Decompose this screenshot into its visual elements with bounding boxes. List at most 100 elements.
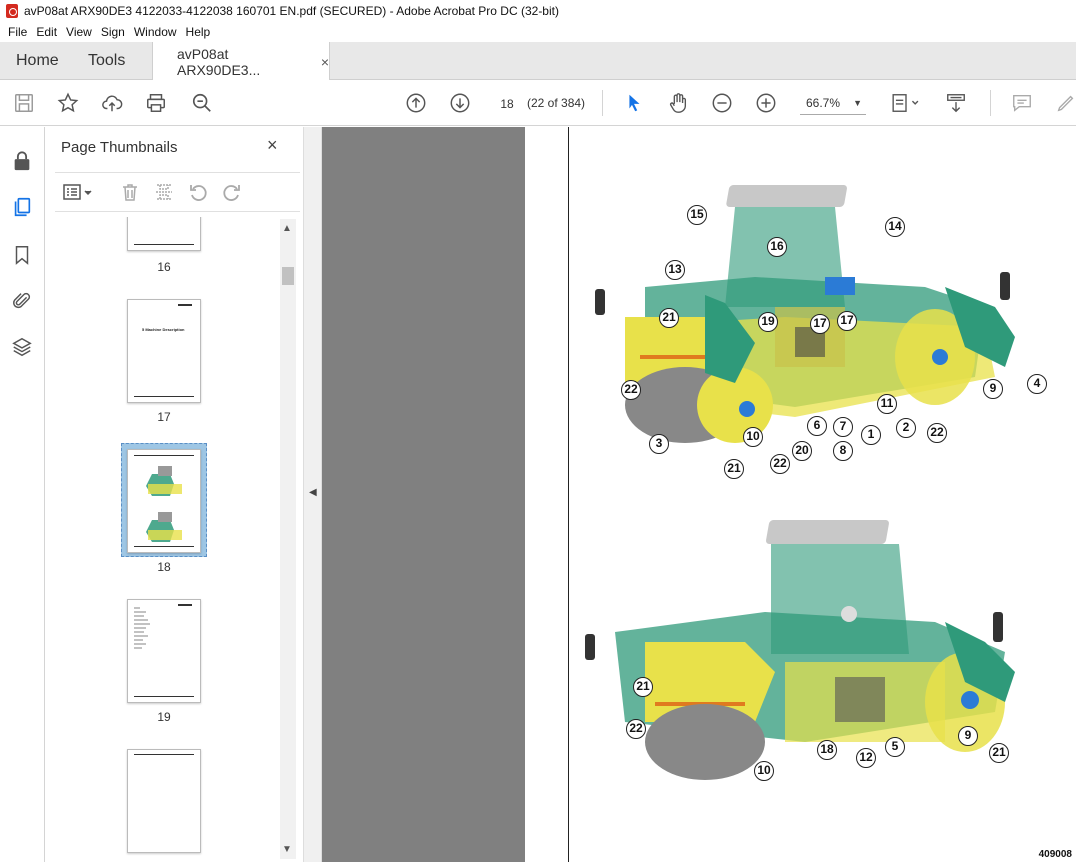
- callout-label: 8: [833, 441, 853, 461]
- callout-label: 12: [856, 748, 876, 768]
- toolbar-divider: [990, 90, 991, 116]
- save-icon[interactable]: [12, 91, 36, 115]
- tab-document-label: avP08at ARX90DE3...: [177, 45, 261, 78]
- machine-illustration-bottom: [585, 520, 1015, 780]
- page-thumbnails-icon[interactable]: [10, 195, 34, 219]
- scroll-up-icon[interactable]: ▲: [282, 223, 292, 234]
- thumbnail-scrollbar[interactable]: ▲ ▼: [280, 219, 296, 859]
- callout-label: 9: [983, 379, 1003, 399]
- panel-title: Page Thumbnails: [61, 139, 178, 156]
- tab-tools[interactable]: Tools: [88, 42, 125, 80]
- close-tab-icon[interactable]: ×: [321, 54, 329, 70]
- star-icon[interactable]: [56, 91, 80, 115]
- callout-label: 2: [896, 418, 916, 438]
- callout-label: 15: [687, 205, 707, 225]
- callout-label: 10: [743, 427, 763, 447]
- callout-label: 21: [633, 677, 653, 697]
- thumbnail-label: 19: [157, 710, 171, 724]
- panel-splitter[interactable]: ◀: [303, 127, 322, 862]
- thumbnail-page-18[interactable]: [127, 449, 201, 553]
- acrobat-pdf-icon: [6, 4, 18, 18]
- figure-code: 409008: [1038, 849, 1072, 860]
- menu-bar: File Edit View Sign Window Help: [0, 22, 1076, 42]
- rotate-counterclockwise-icon[interactable]: [187, 181, 209, 203]
- delete-trash-icon[interactable]: [119, 181, 141, 203]
- scroll-down-icon[interactable]: ▼: [282, 844, 292, 855]
- callout-label: 10: [754, 761, 774, 781]
- callout-label: 21: [659, 308, 679, 328]
- page-fit-icon[interactable]: [888, 91, 924, 115]
- zoom-level-value: 66.7%: [806, 96, 841, 110]
- menu-help[interactable]: Help: [182, 25, 215, 39]
- thumbnail-list: 16 5 Machine Description 17 18 19: [55, 217, 280, 857]
- page-count: (22 of 384): [527, 96, 586, 110]
- thumbnail-page-19[interactable]: [127, 599, 201, 703]
- thumbnail-label: 18: [157, 560, 171, 574]
- comment-icon[interactable]: [1010, 91, 1034, 115]
- attachment-paperclip-icon[interactable]: [10, 289, 34, 313]
- tab-document[interactable]: avP08at ARX90DE3... ×: [152, 42, 330, 81]
- callout-label: 4: [1027, 374, 1047, 394]
- select-cursor-icon[interactable]: [622, 91, 646, 115]
- zoom-search-icon[interactable]: [190, 91, 214, 115]
- zoom-in-icon[interactable]: [754, 91, 778, 115]
- thumbnail-page-17[interactable]: 5 Machine Description: [127, 299, 201, 403]
- scrollbar-thumb[interactable]: [282, 267, 294, 285]
- callout-label: 11: [877, 394, 897, 414]
- menu-edit[interactable]: Edit: [32, 25, 61, 39]
- menu-sign[interactable]: Sign: [97, 25, 129, 39]
- callout-label: 18: [817, 740, 837, 760]
- extract-pages-icon[interactable]: [153, 181, 175, 203]
- navigation-rail: [0, 127, 45, 862]
- print-icon[interactable]: [144, 91, 168, 115]
- callout-label: 22: [626, 719, 646, 739]
- page-number-input[interactable]: 18: [492, 91, 522, 115]
- thumbnail-page-20[interactable]: [127, 749, 201, 853]
- scrolling-mode-icon[interactable]: [944, 91, 968, 115]
- previous-page-icon[interactable]: [404, 91, 428, 115]
- callout-label: 3: [649, 434, 669, 454]
- callout-label: 14: [885, 217, 905, 237]
- next-page-icon[interactable]: [448, 91, 472, 115]
- callout-label: 21: [724, 459, 744, 479]
- thumbnail-heading: 5 Machine Description: [142, 327, 185, 332]
- main-toolbar: 18 (22 of 384) 66.7% ▼: [0, 80, 1076, 126]
- hand-tool-icon[interactable]: [666, 91, 690, 115]
- pen-highlight-icon[interactable]: [1054, 91, 1076, 115]
- callout-label: 20: [792, 441, 812, 461]
- callout-label: 17: [810, 314, 830, 334]
- collapse-panel-icon[interactable]: ◀: [309, 487, 317, 498]
- callout-label: 1: [861, 425, 881, 445]
- menu-file[interactable]: File: [4, 25, 31, 39]
- zoom-level-select[interactable]: 66.7% ▼: [800, 91, 866, 115]
- callout-label: 9: [958, 726, 978, 746]
- chevron-down-icon: ▼: [853, 98, 862, 108]
- zoom-out-icon[interactable]: [710, 91, 734, 115]
- lock-icon[interactable]: [10, 149, 34, 173]
- callout-label: 22: [927, 423, 947, 443]
- thumbnail-toolbar: [55, 172, 300, 212]
- thumbnail-label: 16: [157, 260, 171, 274]
- callout-label: 17: [837, 311, 857, 331]
- upload-cloud-icon[interactable]: [100, 91, 124, 115]
- menu-view[interactable]: View: [62, 25, 96, 39]
- title-bar: avP08at ARX90DE3 4122033-4122038 160701 …: [0, 0, 1076, 22]
- close-panel-icon[interactable]: ×: [267, 135, 278, 156]
- toolbar-divider: [602, 90, 603, 116]
- bookmark-icon[interactable]: [10, 243, 34, 267]
- window-title: avP08at ARX90DE3 4122033-4122038 160701 …: [24, 4, 559, 18]
- options-menu-icon[interactable]: [61, 181, 95, 203]
- thumbnail-label: 17: [157, 410, 171, 424]
- menu-window[interactable]: Window: [130, 25, 181, 39]
- tab-home[interactable]: Home: [16, 42, 59, 80]
- callout-label: 5: [885, 737, 905, 757]
- rotate-clockwise-icon[interactable]: [221, 181, 243, 203]
- thumbnail-page-16[interactable]: [127, 217, 201, 251]
- callout-label: 7: [833, 417, 853, 437]
- callout-label: 19: [758, 312, 778, 332]
- callout-label: 16: [767, 237, 787, 257]
- callout-label: 6: [807, 416, 827, 436]
- document-view[interactable]: 15 16 14 13 21 19 17 17 22 4 9 11 2 22 3…: [322, 127, 1076, 862]
- layers-icon[interactable]: [10, 335, 34, 359]
- callout-label: 22: [621, 380, 641, 400]
